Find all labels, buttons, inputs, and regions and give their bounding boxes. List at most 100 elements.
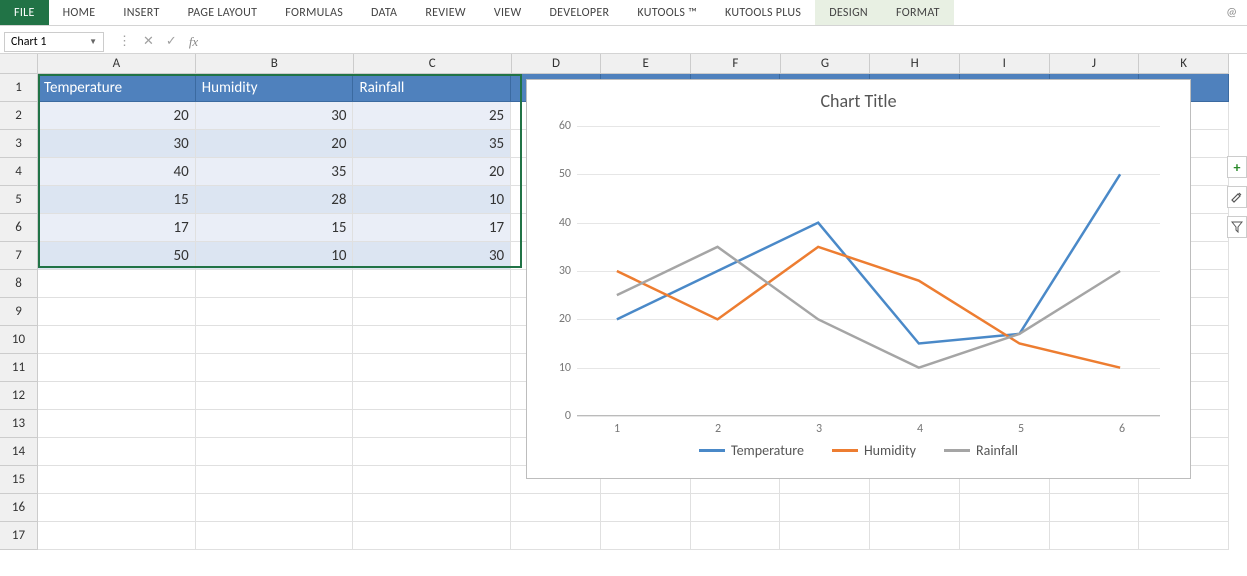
ribbon-tab-formulas[interactable]: FORMULAS [271, 0, 357, 25]
cell-H16[interactable] [870, 494, 960, 522]
ribbon-tab-view[interactable]: VIEW [480, 0, 536, 25]
column-header-J[interactable]: J [1050, 54, 1140, 74]
ribbon-tab-file[interactable]: FILE [0, 0, 49, 25]
cell-C4[interactable]: 20 [353, 158, 511, 186]
cell-D16[interactable] [511, 494, 601, 522]
row-header-4[interactable]: 4 [0, 158, 38, 186]
cell-B11[interactable] [196, 354, 354, 382]
row-header-1[interactable]: 1 [0, 74, 38, 102]
cell-C9[interactable] [353, 298, 511, 326]
legend-item-humidity[interactable]: Humidity [832, 442, 916, 459]
column-header-B[interactable]: B [196, 54, 354, 74]
chart-title[interactable]: Chart Title [527, 90, 1190, 112]
cell-B10[interactable] [196, 326, 354, 354]
cell-B12[interactable] [196, 382, 354, 410]
cell-A7[interactable]: 50 [38, 242, 196, 270]
name-box-dropdown-icon[interactable]: ▼ [89, 37, 97, 47]
cell-C12[interactable] [353, 382, 511, 410]
cell-C10[interactable] [353, 326, 511, 354]
cell-B15[interactable] [196, 466, 354, 494]
chart-elements-button[interactable]: + [1227, 156, 1247, 178]
ribbon-tab-data[interactable]: DATA [357, 0, 411, 25]
cell-C6[interactable]: 17 [353, 214, 511, 242]
row-header-10[interactable]: 10 [0, 326, 38, 354]
row-header-12[interactable]: 12 [0, 382, 38, 410]
cell-A17[interactable] [38, 522, 196, 550]
column-header-I[interactable]: I [960, 54, 1050, 74]
cell-A10[interactable] [38, 326, 196, 354]
row-header-9[interactable]: 9 [0, 298, 38, 326]
row-header-17[interactable]: 17 [0, 522, 38, 550]
column-header-H[interactable]: H [870, 54, 960, 74]
cell-A3[interactable]: 30 [38, 130, 196, 158]
ribbon-tab-page-layout[interactable]: PAGE LAYOUT [174, 0, 272, 25]
name-box[interactable]: Chart 1 ▼ [4, 32, 104, 52]
row-header-7[interactable]: 7 [0, 242, 38, 270]
ribbon-tab-kutools-plus[interactable]: KUTOOLS PLUS [711, 0, 815, 25]
cell-A4[interactable]: 40 [38, 158, 196, 186]
row-header-16[interactable]: 16 [0, 494, 38, 522]
row-header-5[interactable]: 5 [0, 186, 38, 214]
cell-B5[interactable]: 28 [196, 186, 354, 214]
cell-C13[interactable] [353, 410, 511, 438]
ribbon-tab-insert[interactable]: INSERT [109, 0, 173, 25]
cell-B16[interactable] [196, 494, 354, 522]
row-header-6[interactable]: 6 [0, 214, 38, 242]
cell-A12[interactable] [38, 382, 196, 410]
row-header-8[interactable]: 8 [0, 270, 38, 298]
column-header-A[interactable]: A [38, 54, 196, 74]
row-header-3[interactable]: 3 [0, 130, 38, 158]
chart-object[interactable]: Chart Title 0102030405060123456 Temperat… [526, 79, 1191, 479]
cell-A11[interactable] [38, 354, 196, 382]
cell-A13[interactable] [38, 410, 196, 438]
cell-C15[interactable] [353, 466, 511, 494]
cell-B17[interactable] [196, 522, 354, 550]
column-header-D[interactable]: D [512, 54, 602, 74]
cell-B2[interactable]: 30 [196, 102, 354, 130]
cell-C14[interactable] [353, 438, 511, 466]
cell-B6[interactable]: 15 [196, 214, 354, 242]
ribbon-tab-kutools-[interactable]: KUTOOLS ™ [623, 0, 711, 25]
row-header-15[interactable]: 15 [0, 466, 38, 494]
series-line-humidity[interactable] [617, 247, 1120, 368]
column-header-F[interactable]: F [691, 54, 781, 74]
cell-B3[interactable]: 20 [196, 130, 354, 158]
cell-B1[interactable]: Humidity [196, 74, 354, 102]
legend-item-rainfall[interactable]: Rainfall [944, 442, 1018, 459]
user-indicator[interactable]: @ [1226, 0, 1247, 25]
cell-B13[interactable] [196, 410, 354, 438]
column-header-G[interactable]: G [781, 54, 871, 74]
cell-B8[interactable] [196, 270, 354, 298]
cell-A6[interactable]: 17 [38, 214, 196, 242]
cell-A14[interactable] [38, 438, 196, 466]
cancel-icon[interactable]: ✕ [143, 34, 154, 49]
cell-A16[interactable] [38, 494, 196, 522]
cell-C1[interactable]: Rainfall [353, 74, 511, 102]
cell-C17[interactable] [353, 522, 511, 550]
cell-C16[interactable] [353, 494, 511, 522]
chart-legend[interactable]: TemperatureHumidityRainfall [527, 442, 1190, 459]
cell-I16[interactable] [960, 494, 1050, 522]
enter-icon[interactable]: ✓ [166, 34, 177, 49]
row-header-11[interactable]: 11 [0, 354, 38, 382]
cell-A1[interactable]: Temperature [38, 74, 196, 102]
ribbon-tab-developer[interactable]: DEVELOPER [535, 0, 623, 25]
cell-E17[interactable] [601, 522, 691, 550]
cell-A2[interactable]: 20 [38, 102, 196, 130]
cell-B7[interactable]: 10 [196, 242, 354, 270]
cell-K17[interactable] [1139, 522, 1229, 550]
row-header-2[interactable]: 2 [0, 102, 38, 130]
chart-styles-button[interactable] [1227, 186, 1247, 208]
ribbon-tab-design[interactable]: DESIGN [815, 0, 882, 25]
column-header-E[interactable]: E [601, 54, 691, 74]
cell-A15[interactable] [38, 466, 196, 494]
cell-G16[interactable] [780, 494, 870, 522]
column-header-C[interactable]: C [354, 54, 512, 74]
cell-C8[interactable] [353, 270, 511, 298]
cell-B14[interactable] [196, 438, 354, 466]
cell-B4[interactable]: 35 [196, 158, 354, 186]
cell-C11[interactable] [353, 354, 511, 382]
cell-A9[interactable] [38, 298, 196, 326]
chart-filters-button[interactable] [1227, 216, 1247, 238]
cell-C5[interactable]: 10 [353, 186, 511, 214]
